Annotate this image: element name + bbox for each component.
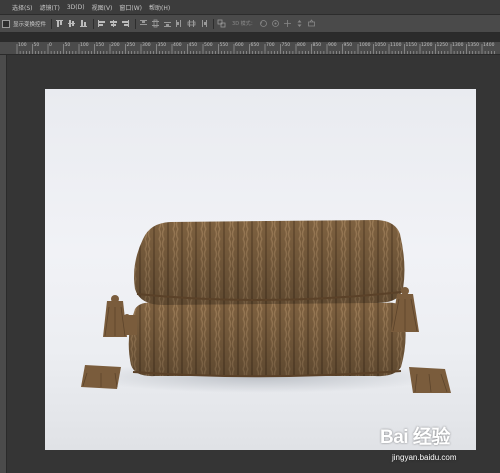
ruler-label: 1250 [436,43,448,48]
pillows-photo [81,220,451,393]
ruler-label: 750 [281,43,291,48]
menu-filter[interactable]: 滤镜(T) [40,3,60,12]
menu-select[interactable]: 选择(S) [12,3,33,12]
menu-bar: 选择(S) 滤镜(T) 3D(D) 视图(V) 窗口(W) 帮助(H) [0,0,500,15]
3d-roll-icon[interactable] [271,19,280,28]
ruler-label: 100 [80,43,89,48]
ruler-label: 1100 [390,43,402,48]
show-transform-controls-checkbox[interactable] [2,19,10,28]
align-vertical-center-icon[interactable] [67,19,76,28]
distribute-top-icon[interactable] [139,19,148,28]
baidu-jingyan-watermark: Bai 经验 jingyan.baidu.com [380,420,498,470]
ruler-label: 50 [64,43,71,48]
document-tab-bar [0,33,500,42]
left-ruler [0,55,7,473]
toolbar-divider [51,18,53,29]
ruler-label: 1150 [405,43,417,48]
menu-3d[interactable]: 3D(D) [67,4,85,11]
ruler-label: 900 [328,43,337,48]
ruler-label: 600 [235,43,244,48]
ruler-label: 1300 [452,43,464,48]
ruler-label: 350 [157,43,167,48]
ruler-label: 100 [18,43,27,48]
toolbar-divider [93,18,95,29]
toolbar-divider [213,18,215,29]
3d-slide-icon[interactable] [295,19,304,28]
3d-rotate-icon[interactable] [259,19,268,28]
ruler-label: 300 [142,43,151,48]
distribute-left-icon[interactable] [175,19,184,28]
ruler-label: 1350 [467,43,479,48]
3d-scale-icon[interactable] [307,19,316,28]
ruler-label: 1200 [421,43,433,48]
top-ruler: 100 50 0 50 100 150 200 250 300 350 400 450 500 550 60… [0,42,500,55]
align-left-icon[interactable] [97,19,106,28]
ruler-label: 850 [312,43,322,48]
distribute-bottom-icon[interactable] [163,19,172,28]
ruler-label: 1400 [483,43,495,48]
show-transform-controls-label: 显示变换控件 [13,21,47,28]
ruler-label: 500 [204,43,213,48]
watermark-url: jingyan.baidu.com [392,453,457,462]
ruler-label: 950 [343,43,353,48]
ruler-label: 200 [111,43,120,48]
ruler-label: 0 [49,43,52,48]
3d-mode-label: 3D 模式： [232,21,256,27]
align-bottom-icon[interactable] [79,19,88,28]
menu-view[interactable]: 视图(V) [92,3,113,12]
distribute-vertical-center-icon[interactable] [151,19,160,28]
ruler-label: 450 [188,43,198,48]
options-bar: 显示变换控件 3D 模式： [0,15,500,33]
distribute-right-icon[interactable] [199,19,208,28]
ruler-label: 700 [266,43,275,48]
ruler-label: 400 [173,43,182,48]
ruler-label: 800 [297,43,306,48]
ruler-label: 550 [219,43,229,48]
ruler-label: 50 [33,43,40,48]
watermark-brand: Bai 经验 [380,427,450,448]
ruler-label: 150 [95,43,105,48]
align-horizontal-center-icon[interactable] [109,19,118,28]
ruler-label: 250 [126,43,136,48]
auto-align-layers-icon[interactable] [217,19,226,28]
document-image[interactable] [45,89,476,450]
ruler-label: 1000 [359,43,371,48]
distribute-horizontal-center-icon[interactable] [187,19,196,28]
ruler-label: 650 [250,43,260,48]
menu-window[interactable]: 窗口(W) [119,3,142,12]
align-top-icon[interactable] [55,19,64,28]
align-right-icon[interactable] [121,19,130,28]
3d-drag-icon[interactable] [283,19,292,28]
toolbar-divider [135,18,137,29]
ruler-label: 1050 [374,43,386,48]
menu-help[interactable]: 帮助(H) [149,3,170,12]
